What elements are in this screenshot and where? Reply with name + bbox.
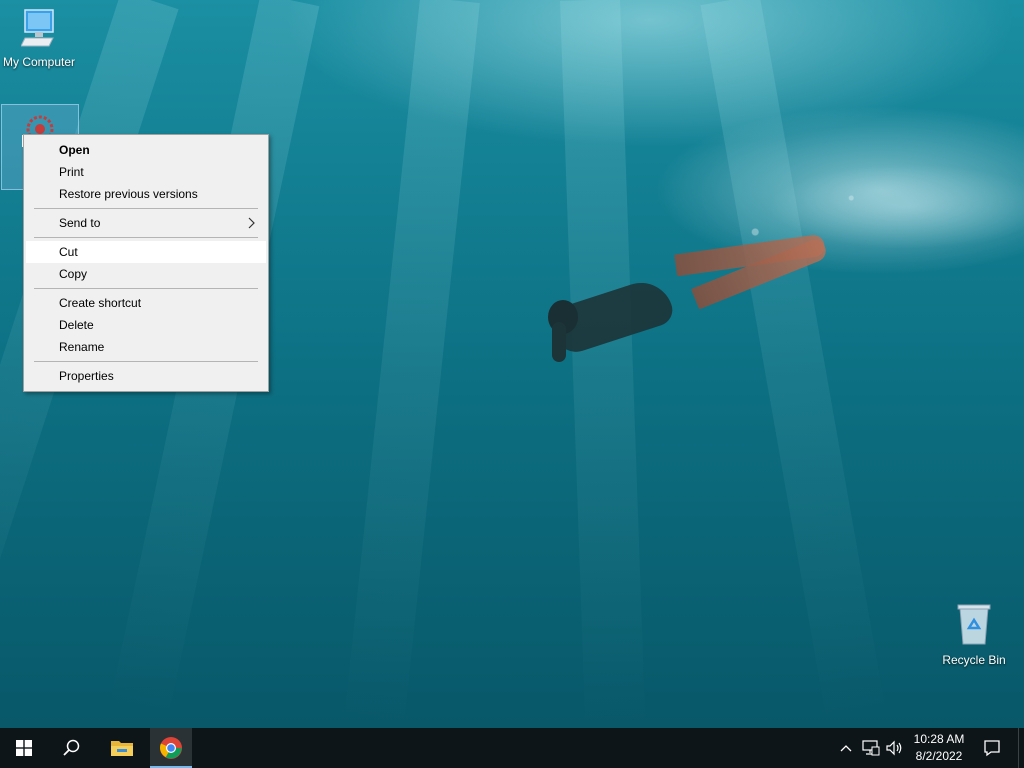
menu-item-send-to[interactable]: Send to bbox=[26, 212, 266, 234]
menu-item-copy[interactable]: Copy bbox=[26, 263, 266, 285]
volume-icon bbox=[886, 740, 902, 756]
search-button[interactable] bbox=[48, 728, 96, 768]
volume-button[interactable] bbox=[884, 728, 906, 768]
taskbar: 10:28 AM 8/2/2022 bbox=[0, 728, 1024, 768]
menu-item-print[interactable]: Print bbox=[26, 161, 266, 183]
clock-date: 8/2/2022 bbox=[915, 749, 963, 763]
windows-logo-icon bbox=[16, 740, 32, 756]
taskbar-file-explorer[interactable] bbox=[98, 728, 146, 768]
menu-item-properties[interactable]: Properties bbox=[26, 365, 266, 387]
notification-icon bbox=[984, 740, 1000, 757]
menu-item-label: Create shortcut bbox=[59, 296, 142, 310]
desktop-icon-my-computer[interactable]: My Computer bbox=[1, 8, 77, 69]
menu-item-restore-previous-versions[interactable]: Restore previous versions bbox=[26, 183, 266, 205]
menu-item-label: Rename bbox=[59, 340, 105, 354]
menu-separator bbox=[34, 208, 258, 209]
show-desktop-button[interactable] bbox=[1018, 728, 1024, 768]
network-button[interactable] bbox=[860, 728, 882, 768]
menu-item-label: Send to bbox=[59, 216, 101, 230]
menu-separator bbox=[34, 237, 258, 238]
light-ray bbox=[344, 0, 480, 728]
network-icon bbox=[862, 740, 880, 756]
taskbar-chrome[interactable] bbox=[150, 728, 192, 768]
recycle-bin-icon bbox=[957, 604, 991, 645]
menu-item-label: Restore previous versions bbox=[59, 187, 198, 201]
menu-separator bbox=[34, 361, 258, 362]
search-icon bbox=[63, 739, 80, 756]
menu-item-label: Properties bbox=[59, 369, 114, 383]
desktop-icon-label: Recycle Bin bbox=[942, 653, 1006, 667]
menu-item-open[interactable]: Open bbox=[26, 139, 266, 161]
folder-icon bbox=[111, 741, 133, 756]
menu-separator bbox=[34, 288, 258, 289]
light-ray bbox=[700, 0, 886, 723]
diver-arm bbox=[552, 322, 566, 362]
action-center-button[interactable] bbox=[978, 728, 1006, 768]
start-button[interactable] bbox=[0, 728, 48, 768]
desktop-background[interactable]: My Computer Data Recycle Bin Open Print … bbox=[0, 0, 1024, 728]
clock-time: 10:28 AM bbox=[913, 732, 965, 746]
menu-item-label: Copy bbox=[59, 267, 88, 281]
taskbar-clock[interactable]: 10:28 AM 8/2/2022 bbox=[908, 731, 970, 765]
menu-item-label: Delete bbox=[59, 318, 94, 332]
menu-item-rename[interactable]: Rename bbox=[26, 336, 266, 358]
computer-icon bbox=[20, 9, 54, 47]
light-ray bbox=[560, 0, 646, 728]
desktop-icon-label: My Computer bbox=[2, 55, 76, 69]
menu-item-label: Open bbox=[59, 143, 90, 157]
menu-item-cut[interactable]: Cut bbox=[26, 241, 266, 263]
menu-item-label: Print bbox=[59, 165, 84, 179]
desktop-icon-recycle-bin[interactable]: Recycle Bin bbox=[936, 602, 1012, 667]
context-menu[interactable]: Open Print Restore previous versions Sen… bbox=[23, 134, 269, 392]
show-hidden-icons-button[interactable] bbox=[836, 728, 856, 768]
chevron-up-icon bbox=[840, 745, 852, 752]
menu-item-create-shortcut[interactable]: Create shortcut bbox=[26, 292, 266, 314]
menu-item-label: Cut bbox=[59, 245, 78, 259]
menu-item-delete[interactable]: Delete bbox=[26, 314, 266, 336]
surface-bubbles bbox=[640, 130, 1024, 300]
chrome-icon bbox=[160, 737, 182, 759]
